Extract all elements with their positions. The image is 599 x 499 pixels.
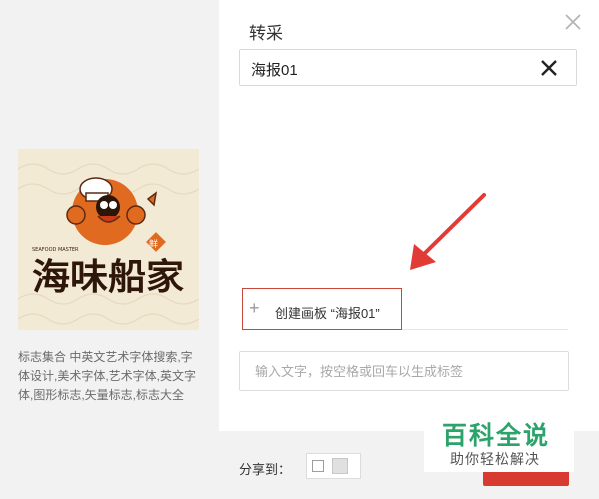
pin-description: 标志集合 中英文艺术字体搜索,字体设计,美术字体,艺术字体,英文字体,图形标志,…	[18, 350, 197, 402]
close-icon	[565, 14, 581, 30]
logo-small-text: SEAFOOD MASTER	[32, 247, 79, 253]
clear-icon	[541, 60, 557, 76]
tag-input[interactable]	[240, 352, 568, 390]
close-button[interactable]	[563, 12, 583, 32]
arrow-annotation	[410, 193, 486, 270]
clear-board-button[interactable]	[540, 59, 558, 77]
board-select[interactable]: 海报01	[239, 49, 577, 86]
divider	[402, 329, 568, 330]
watermark-title: 百科全说	[442, 422, 551, 450]
dialog-title: 转采	[249, 24, 283, 43]
create-board-option[interactable]: + 创建画板 “海报01”	[242, 288, 402, 330]
pin-preview-panel: 鲜 SEAFOOD MASTER 海味船家 标志集合 中英文艺术字体搜索,字体设…	[0, 0, 219, 499]
plus-icon: +	[249, 298, 260, 318]
logo-text: 海味船家	[32, 257, 184, 298]
seafood-logo: 鲜 SEAFOOD MASTER 海味船家	[18, 163, 199, 325]
watermark-subtitle: 助你轻松解决	[450, 451, 540, 467]
share-checkbox[interactable]	[312, 460, 324, 472]
pin-image: 鲜 SEAFOOD MASTER 海味船家	[18, 149, 199, 330]
watermark: 百科全说 助你轻松解决	[424, 412, 574, 472]
create-board-label: 创建画板 “海报01”	[275, 306, 380, 321]
logo-badge: 鲜	[149, 238, 158, 250]
share-options	[306, 453, 361, 479]
board-select-value: 海报01	[251, 62, 298, 79]
share-label: 分享到：	[239, 462, 292, 477]
star-icon[interactable]	[332, 458, 348, 474]
tag-input-field[interactable]	[239, 351, 569, 391]
